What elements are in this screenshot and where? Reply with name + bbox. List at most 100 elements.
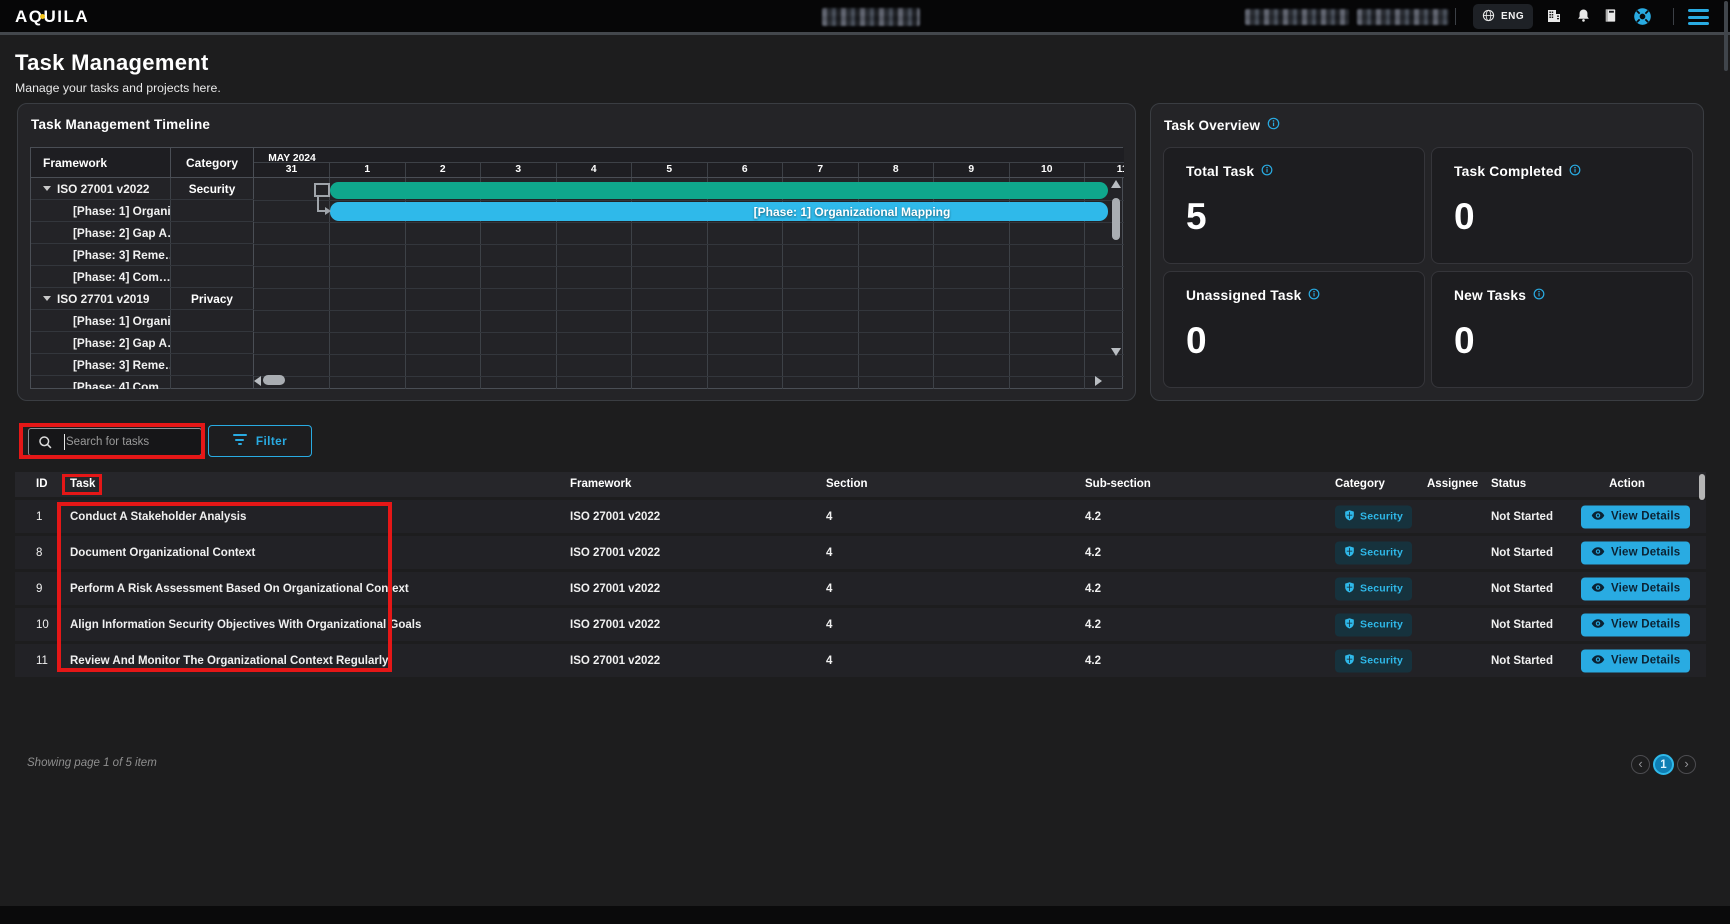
scroll-left-arrow-icon[interactable] bbox=[254, 376, 261, 386]
view-details-button[interactable]: View Details bbox=[1581, 613, 1690, 636]
support-button[interactable] bbox=[1633, 7, 1652, 29]
gantt-framework-cell: ISO 27701 v2019 bbox=[31, 288, 171, 309]
gantt-day-label: 4 bbox=[556, 163, 632, 177]
bottom-strip bbox=[0, 906, 1730, 924]
scroll-thumb[interactable] bbox=[1112, 198, 1120, 240]
cell-status: Not Started bbox=[1491, 547, 1553, 559]
gantt-category-cell bbox=[171, 354, 254, 375]
column-header-action: Action bbox=[1581, 472, 1673, 497]
gantt-row[interactable]: [Phase: 4] Com… bbox=[31, 376, 254, 389]
cell-sub-section: 4.2 bbox=[1085, 583, 1101, 595]
gantt-row[interactable]: [Phase: 3] Reme… bbox=[31, 354, 254, 376]
app-logo[interactable]: AQUILA bbox=[15, 7, 89, 27]
redacted-text-org bbox=[1357, 9, 1449, 25]
gantt-row[interactable]: ISO 27701 v2019Privacy bbox=[31, 288, 254, 310]
navbar-divider bbox=[1673, 8, 1674, 25]
view-details-button[interactable]: View Details bbox=[1581, 541, 1690, 564]
table-scrollbar-thumb[interactable] bbox=[1699, 474, 1705, 500]
next-page-button[interactable]: › bbox=[1677, 755, 1696, 774]
gantt-row[interactable]: [Phase: 1] Organi… bbox=[31, 310, 254, 332]
gantt-bar-framework[interactable] bbox=[330, 182, 1108, 199]
filter-icon bbox=[233, 434, 247, 448]
shield-icon bbox=[1344, 617, 1355, 632]
pagination-summary: Showing page 1 of 5 item bbox=[27, 757, 157, 769]
gantt-framework-cell: [Phase: 1] Organi… bbox=[31, 310, 171, 331]
documentation-button[interactable] bbox=[1603, 8, 1618, 26]
scroll-down-arrow-icon[interactable] bbox=[1111, 348, 1121, 356]
prev-page-button[interactable]: ‹ bbox=[1631, 755, 1650, 774]
dependency-handle[interactable] bbox=[314, 183, 330, 197]
gantt-row-label: [Phase: 1] Organi… bbox=[73, 204, 171, 218]
gantt-row[interactable]: [Phase: 4] Com… bbox=[31, 266, 254, 288]
gantt-framework-cell: [Phase: 4] Com… bbox=[31, 266, 171, 287]
grid-line bbox=[254, 310, 1124, 311]
view-details-button[interactable]: View Details bbox=[1581, 505, 1690, 528]
gantt-bar-phase[interactable]: [Phase: 1] Organizational Mapping bbox=[330, 202, 1108, 221]
gantt-row-label: [Phase: 2] Gap A… bbox=[73, 226, 171, 240]
gantt-framework-cell: [Phase: 3] Reme… bbox=[31, 244, 171, 265]
grid-line bbox=[254, 332, 1124, 333]
notifications-button[interactable] bbox=[1576, 8, 1591, 26]
info-icon[interactable] bbox=[1569, 164, 1581, 179]
language-button[interactable]: ENG bbox=[1473, 4, 1533, 29]
info-icon[interactable] bbox=[1533, 288, 1545, 303]
gantt-row-label: [Phase: 3] Reme… bbox=[73, 358, 171, 372]
scroll-right-arrow-icon[interactable] bbox=[1095, 376, 1102, 386]
metric-value: 0 bbox=[1454, 320, 1475, 362]
chevron-down-icon[interactable] bbox=[43, 186, 51, 191]
info-icon[interactable] bbox=[1261, 164, 1273, 179]
gantt-bar-label: [Phase: 1] Organizational Mapping bbox=[754, 205, 951, 219]
metric-value: 0 bbox=[1454, 196, 1475, 238]
organization-button[interactable] bbox=[1546, 8, 1562, 27]
table-header-row: IDTaskFrameworkSectionSub-sectionCategor… bbox=[15, 472, 1706, 497]
gantt-row[interactable]: ISO 27001 v2022Security bbox=[31, 178, 254, 200]
metric-card: New Tasks0 bbox=[1431, 271, 1693, 388]
cell-section: 4 bbox=[826, 511, 832, 523]
column-header-category: Category bbox=[1335, 472, 1385, 497]
gantt-day-label: 5 bbox=[631, 163, 707, 177]
chevron-down-icon[interactable] bbox=[43, 296, 51, 301]
redacted-text-user bbox=[1245, 9, 1349, 25]
metric-label: Task Completed bbox=[1454, 164, 1581, 179]
gantt-day-label: 2 bbox=[405, 163, 481, 177]
gantt-row-label: ISO 27701 v2019 bbox=[57, 292, 150, 306]
scroll-up-arrow-icon[interactable] bbox=[1111, 180, 1121, 188]
current-page-button[interactable]: 1 bbox=[1653, 754, 1674, 775]
gantt-category-header: Category bbox=[171, 148, 254, 178]
gantt-vertical-scrollbar[interactable] bbox=[1108, 180, 1123, 386]
gantt-category-cell bbox=[171, 266, 254, 287]
cell-task: Review And Monitor The Organizational Co… bbox=[70, 655, 388, 667]
gantt-plot-area: [Phase: 1] Organizational Mapping bbox=[254, 178, 1124, 389]
menu-button[interactable] bbox=[1688, 9, 1709, 25]
filter-button[interactable]: Filter bbox=[208, 425, 312, 457]
view-details-button[interactable]: View Details bbox=[1581, 577, 1690, 600]
grid-line bbox=[254, 288, 1124, 289]
scroll-thumb[interactable] bbox=[263, 375, 285, 385]
cell-sub-section: 4.2 bbox=[1085, 619, 1101, 631]
search-box[interactable] bbox=[28, 428, 202, 456]
logo-dot-icon bbox=[40, 14, 45, 19]
page-subtitle: Manage your tasks and projects here. bbox=[15, 81, 221, 95]
timeline-panel: Task Management Timeline Framework Categ… bbox=[17, 103, 1136, 401]
info-icon[interactable] bbox=[1267, 117, 1280, 133]
category-badge: Security bbox=[1335, 613, 1412, 636]
gantt-category-cell bbox=[171, 332, 254, 353]
gantt-row[interactable]: [Phase: 3] Reme… bbox=[31, 244, 254, 266]
view-details-button[interactable]: View Details bbox=[1581, 649, 1690, 672]
gantt-row[interactable]: [Phase: 2] Gap A… bbox=[31, 332, 254, 354]
task-overview-panel: Task Overview Total Task5Task Completed0… bbox=[1150, 103, 1704, 401]
search-input[interactable] bbox=[29, 429, 201, 455]
metric-label: Unassigned Task bbox=[1186, 288, 1320, 303]
cell-section: 4 bbox=[826, 547, 832, 559]
eye-icon bbox=[1591, 617, 1605, 632]
info-icon[interactable] bbox=[1308, 288, 1320, 303]
gantt-row-label: [Phase: 4] Com… bbox=[73, 270, 171, 284]
gantt-row[interactable]: [Phase: 2] Gap A… bbox=[31, 222, 254, 244]
gantt-row-label: [Phase: 2] Gap A… bbox=[73, 336, 171, 350]
page-scrollbar-thumb[interactable] bbox=[1724, 1, 1728, 71]
cell-task: Perform A Risk Assessment Based On Organ… bbox=[70, 583, 409, 595]
gantt-row[interactable]: [Phase: 1] Organi… bbox=[31, 200, 254, 222]
gantt-horizontal-scrollbar[interactable] bbox=[254, 374, 1114, 387]
cell-task: Conduct A Stakeholder Analysis bbox=[70, 511, 246, 523]
eye-icon bbox=[1591, 509, 1605, 524]
